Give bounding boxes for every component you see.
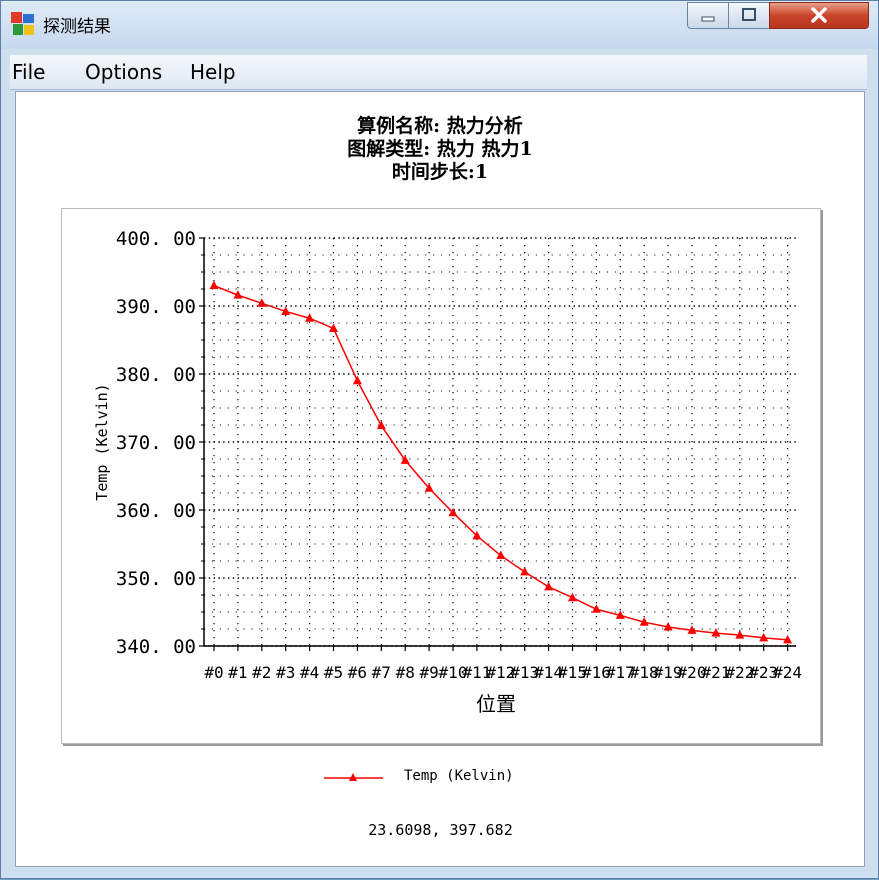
case-name-title: 算例名称: 热力分析: [357, 115, 523, 137]
menu-help[interactable]: Help: [190, 60, 236, 84]
close-icon: [811, 7, 827, 23]
menu-file[interactable]: File: [12, 60, 45, 84]
maximize-button[interactable]: [728, 2, 770, 29]
legend-line-icon: [324, 773, 383, 781]
cursor-coordinates: 23.6098, 397.682: [368, 821, 513, 839]
app-window: 探测结果 File Options Help 算例名称: 热力分析 图解类型: …: [0, 0, 879, 879]
menu-bar: File Options Help: [10, 55, 867, 90]
plot-type-title: 图解类型: 热力 热力1: [347, 138, 533, 160]
minimize-button[interactable]: [687, 2, 729, 29]
legend-label: Temp (Kelvin): [404, 768, 514, 784]
maximize-icon: [742, 8, 756, 21]
chart-frame: [61, 208, 821, 744]
window-title: 探测结果: [43, 17, 111, 37]
time-step-title: 时间步长:1: [391, 161, 489, 183]
close-button[interactable]: [769, 2, 869, 29]
minimize-icon: [701, 16, 715, 22]
menu-options[interactable]: Options: [85, 60, 162, 84]
app-icon: [11, 12, 34, 35]
title-bar[interactable]: 探测结果: [1, 1, 878, 49]
